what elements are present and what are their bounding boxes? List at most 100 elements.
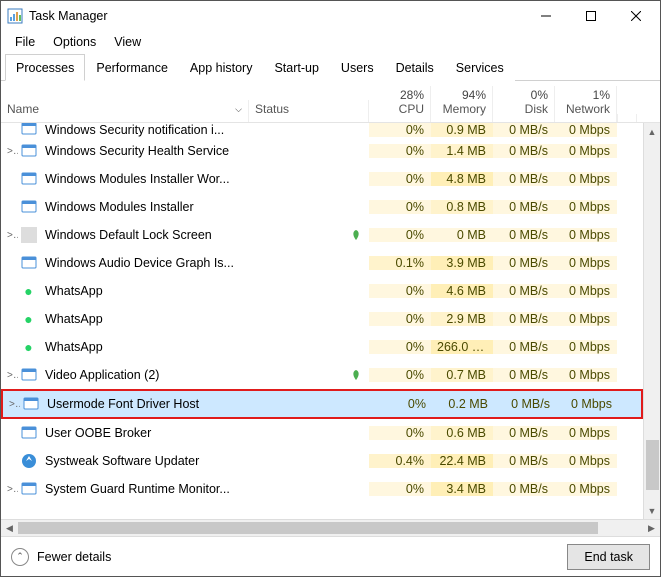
tab-processes[interactable]: Processes — [5, 54, 85, 81]
process-list[interactable]: Windows Security notification i...0%0.9 … — [1, 123, 660, 519]
col-status[interactable]: Status — [249, 100, 369, 122]
process-name: Windows Security Health Service — [39, 144, 249, 158]
network-value: 0 Mbps — [555, 482, 617, 496]
disk-value: 0 MB/s — [493, 144, 555, 158]
menu-view[interactable]: View — [106, 33, 149, 51]
row-icon — [19, 481, 39, 497]
scroll-down-icon[interactable]: ▼ — [644, 502, 660, 519]
cpu-value: 0% — [369, 368, 431, 382]
process-grid: Name⌵ Status 28%CPU 94%Memory 0%Disk 1%N… — [1, 81, 660, 536]
table-row[interactable]: Windows Audio Device Graph Is...0.1%3.9 … — [1, 249, 643, 277]
table-row[interactable]: ●WhatsApp0%266.0 MB0 MB/s0 Mbps — [1, 333, 643, 361]
tab-app-history[interactable]: App history — [179, 54, 264, 81]
whatsapp-icon: ● — [24, 311, 32, 327]
whatsapp-icon: ● — [24, 339, 32, 355]
cpu-value: 0% — [369, 312, 431, 326]
tab-services[interactable]: Services — [445, 54, 515, 81]
process-icon — [21, 481, 37, 497]
titlebar[interactable]: Task Manager — [1, 1, 660, 31]
leaf-icon — [350, 369, 362, 381]
cpu-value: 0% — [369, 228, 431, 242]
network-value: 0 Mbps — [555, 123, 617, 137]
col-memory[interactable]: 94%Memory — [431, 86, 493, 122]
table-row[interactable]: Systweak Software Updater0.4%22.4 MB0 MB… — [1, 447, 643, 475]
tab-performance[interactable]: Performance — [85, 54, 179, 81]
disk-value: 0 MB/s — [493, 228, 555, 242]
cpu-value: 0% — [369, 426, 431, 440]
leaf-icon — [350, 229, 362, 241]
end-task-button[interactable]: End task — [567, 544, 650, 570]
table-row[interactable]: User OOBE Broker0%0.6 MB0 MB/s0 Mbps — [1, 419, 643, 447]
horizontal-scrollbar[interactable]: ◀ ▶ — [1, 519, 660, 536]
col-extra[interactable] — [617, 114, 637, 122]
process-name: User OOBE Broker — [39, 426, 249, 440]
tab-users[interactable]: Users — [330, 54, 385, 81]
network-value: 0 Mbps — [555, 256, 617, 270]
minimize-button[interactable] — [523, 2, 568, 30]
scroll-left-icon[interactable]: ◀ — [1, 520, 18, 536]
cpu-value: 0% — [371, 397, 433, 411]
tab-details[interactable]: Details — [385, 54, 445, 81]
col-network[interactable]: 1%Network — [555, 86, 617, 122]
expand-toggle[interactable]: > — [1, 370, 19, 381]
process-name: Windows Audio Device Graph Is... — [39, 256, 249, 270]
memory-value: 3.4 MB — [431, 482, 493, 496]
cpu-value: 0% — [369, 482, 431, 496]
network-value: 0 Mbps — [557, 397, 619, 411]
cpu-value: 0% — [369, 200, 431, 214]
expand-toggle[interactable]: > — [1, 146, 19, 157]
row-icon — [19, 453, 39, 469]
table-row[interactable]: >Windows Default Lock Screen0%0 MB0 MB/s… — [1, 221, 643, 249]
disk-value: 0 MB/s — [493, 312, 555, 326]
blank-icon — [21, 227, 37, 243]
scroll-thumb-h[interactable] — [18, 522, 598, 534]
memory-value: 4.6 MB — [431, 284, 493, 298]
network-value: 0 Mbps — [555, 454, 617, 468]
table-row[interactable]: >Usermode Font Driver Host0%0.2 MB0 MB/s… — [1, 389, 643, 419]
menu-options[interactable]: Options — [45, 33, 104, 51]
column-headers: Name⌵ Status 28%CPU 94%Memory 0%Disk 1%N… — [1, 81, 660, 123]
memory-value: 0.6 MB — [431, 426, 493, 440]
disk-value: 0 MB/s — [493, 426, 555, 440]
row-icon: ● — [19, 283, 39, 299]
scroll-right-icon[interactable]: ▶ — [643, 520, 660, 536]
cpu-value: 0.4% — [369, 454, 431, 468]
table-row[interactable]: >System Guard Runtime Monitor...0%3.4 MB… — [1, 475, 643, 503]
table-row[interactable]: ●WhatsApp0%2.9 MB0 MB/s0 Mbps — [1, 305, 643, 333]
table-row[interactable]: >Video Application (2)0%0.7 MB0 MB/s0 Mb… — [1, 361, 643, 389]
chevron-up-icon: ⌃ — [11, 548, 29, 566]
process-name: Video Application (2) — [39, 368, 249, 382]
col-name[interactable]: Name⌵ — [1, 100, 249, 122]
table-row[interactable]: Windows Security notification i...0%0.9 … — [1, 123, 643, 137]
cpu-value: 0% — [369, 144, 431, 158]
table-row[interactable]: > Windows Security Health Service 0%1.4 MB… — [1, 137, 643, 165]
cpu-value: 0.1% — [369, 256, 431, 270]
menu-file[interactable]: File — [7, 33, 43, 51]
scroll-up-icon[interactable]: ▲ — [644, 123, 660, 140]
memory-value: 1.4 MB — [431, 144, 493, 158]
row-icon — [19, 227, 39, 243]
col-disk[interactable]: 0%Disk — [493, 86, 555, 122]
vertical-scrollbar[interactable]: ▲ ▼ — [643, 123, 660, 519]
window-title: Task Manager — [29, 9, 523, 23]
col-cpu[interactable]: 28%CPU — [369, 86, 431, 122]
cpu-value: 0% — [369, 340, 431, 354]
cpu-value: 0% — [369, 172, 431, 186]
table-row[interactable]: ●WhatsApp0%4.6 MB0 MB/s0 Mbps — [1, 277, 643, 305]
expand-toggle[interactable]: > — [1, 484, 19, 495]
process-name: Windows Modules Installer Wor... — [39, 172, 249, 186]
table-row[interactable]: Windows Modules Installer Wor... 0%4.8 MB… — [1, 165, 643, 193]
memory-value: 4.8 MB — [431, 172, 493, 186]
fewer-details-button[interactable]: ⌃ Fewer details — [11, 548, 111, 566]
tab-startup[interactable]: Start-up — [263, 54, 329, 81]
maximize-button[interactable] — [568, 2, 613, 30]
disk-value: 0 MB/s — [493, 340, 555, 354]
expand-toggle[interactable]: > — [3, 399, 21, 410]
expand-toggle[interactable]: > — [1, 230, 19, 241]
table-row[interactable]: Windows Modules Installer0%0.8 MB0 MB/s0… — [1, 193, 643, 221]
row-icon: ● — [19, 339, 39, 355]
scroll-thumb-v[interactable] — [646, 440, 659, 490]
close-button[interactable] — [613, 2, 658, 30]
disk-value: 0 MB/s — [493, 368, 555, 382]
process-icon — [21, 425, 37, 441]
